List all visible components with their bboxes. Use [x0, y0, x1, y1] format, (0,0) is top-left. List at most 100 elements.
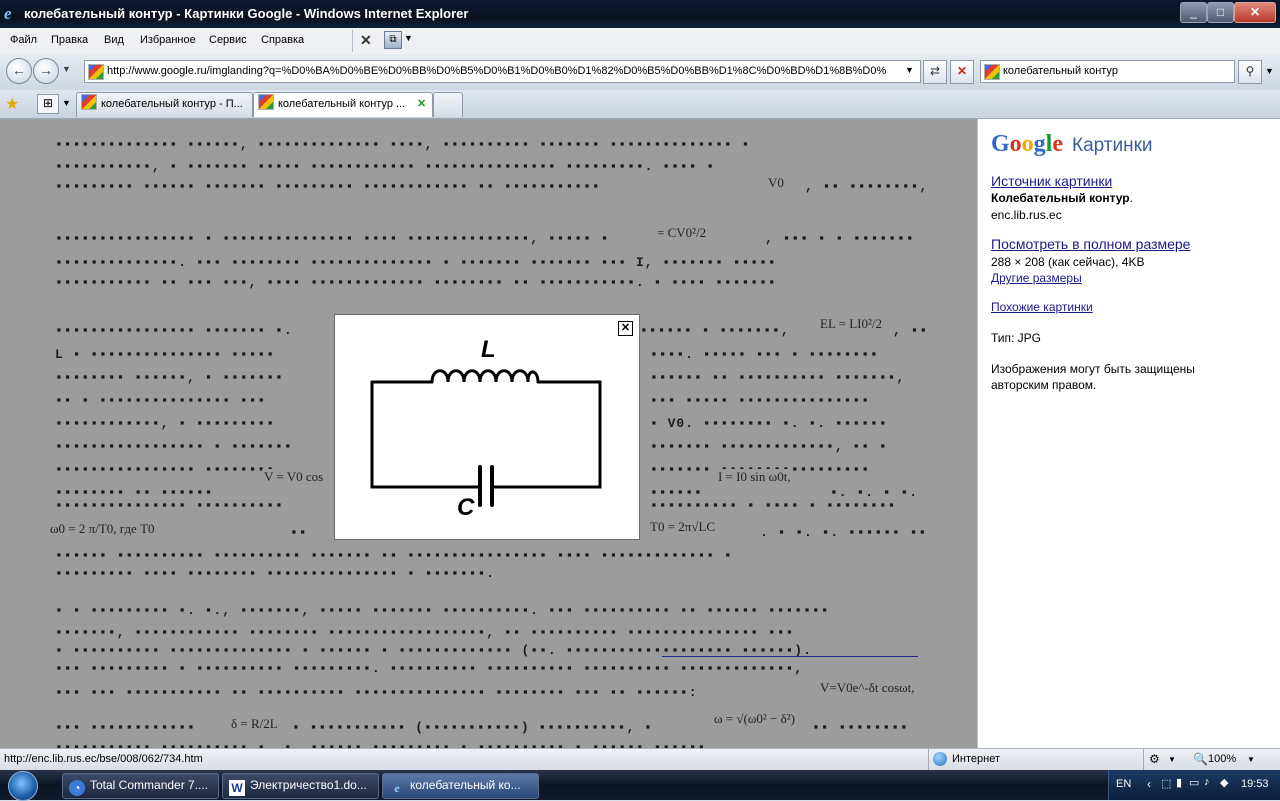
search-options-icon[interactable]: ▼ — [1265, 66, 1274, 76]
menu-view[interactable]: Вид — [104, 34, 124, 46]
document-text-line: ▪▪▪▪▪▪▪▪▪▪▪▪▪▪. ▪▪▪ ▪▪▪▪▪▪▪▪ ▪▪▪▪▪▪▪▪▪▪▪… — [55, 255, 777, 269]
formula-w2pi: ω0 = 2 π/T0, где T0 — [48, 521, 157, 537]
search-input[interactable]: колебательный контур — [1003, 65, 1118, 77]
back-button[interactable]: ← — [6, 58, 32, 84]
security-tray-icon[interactable]: ◆ — [1220, 776, 1228, 789]
taskbar-item-label: колебательный ко... — [410, 778, 521, 792]
tab-favicon-icon — [258, 94, 274, 110]
search-box[interactable]: колебательный контур — [980, 60, 1235, 83]
document-text-line: ▪▪▪▪▪▪▪▪▪▪▪▪▪▪▪ ▪▪▪▪▪▪▪▪▪▪ — [55, 498, 284, 512]
minimize-button[interactable]: _ — [1180, 2, 1207, 23]
view-full-size-link[interactable]: Посмотреть в полном размере — [991, 236, 1190, 252]
network-icon[interactable]: ⬚ — [1161, 777, 1171, 790]
image-source-link[interactable]: Источник картинки — [991, 173, 1112, 189]
tab-list-dropdown-icon[interactable]: ▼ — [62, 98, 71, 108]
zoom-level[interactable]: 100% — [1208, 753, 1236, 765]
word-document-icon: W — [229, 780, 245, 796]
similar-images-link[interactable]: Похожие картинки — [991, 300, 1093, 314]
formula-w0: = CV0²/2 — [655, 225, 709, 241]
tab-favicon-icon — [81, 94, 97, 110]
menu-divider — [352, 30, 353, 52]
clock[interactable]: 19:53 — [1241, 778, 1269, 790]
protected-mode-icon[interactable]: ⚙ — [1149, 752, 1160, 766]
document-text-line: ▪▪▪▪▪▪▪▪▪▪▪ ▪▪▪▪▪▪▪▪▪▪ ▪. ▪. ▪▪▪▪▪▪ ▪▪▪▪… — [55, 740, 707, 748]
language-indicator[interactable]: EN — [1116, 778, 1131, 790]
document-text-line: , ▪▪ — [893, 323, 928, 337]
taskbar-item-word[interactable]: W Электричество1.do... — [222, 773, 379, 799]
status-url: http://enc.lib.rus.ec/bse/008/062/734.ht… — [4, 753, 203, 765]
zoom-dropdown-icon[interactable]: ▼ — [1247, 755, 1255, 764]
source-title-row: Колебательный контур. — [991, 191, 1133, 205]
document-link[interactable] — [662, 656, 918, 657]
document-text-line: ▪▪ ▪▪▪▪▪▪▪▪ — [812, 720, 909, 734]
menu-favorites[interactable]: Избранное — [140, 34, 196, 46]
images-logo-text: Картинки — [1072, 135, 1153, 156]
menu-file[interactable]: Файл — [10, 34, 37, 46]
document-text-line: . ▪ ▪. ▪. ▪▪▪▪▪▪ ▪▪ — [760, 525, 928, 539]
lc-circuit-diagram: L C — [370, 336, 602, 521]
forward-button[interactable]: → — [33, 58, 59, 84]
formula-v0: V0 — [766, 175, 786, 191]
tray-expand-icon[interactable]: ‹ — [1147, 777, 1151, 791]
stop-icon[interactable]: ✕ — [360, 32, 372, 49]
google-images-logo[interactable]: Google Картинки — [991, 131, 1153, 158]
document-text-line: ▪ V0. ▪▪▪▪▪▪▪▪ ▪. ▪. ▪▪▪▪▪▪ — [650, 416, 888, 430]
tab-close-icon[interactable]: ✕ — [417, 93, 426, 116]
menu-bar: Файл Правка Вид Избранное Сервис Справка… — [0, 28, 1280, 55]
taskbar-item-total-commander[interactable]: ◔ Total Commander 7.... — [62, 773, 219, 799]
address-bar[interactable]: http://www.google.ru/imglanding?q=%D0%BA… — [84, 60, 921, 83]
page-content: ▪▪▪▪▪▪▪▪▪▪▪▪▪▪ ▪▪▪▪▪▪, ▪▪▪▪▪▪▪▪▪▪▪▪▪▪ ▪▪… — [0, 119, 977, 748]
document-text-line: , ▪▪ ▪▪▪▪▪▪▪▪, — [805, 179, 928, 193]
other-sizes-link[interactable]: Другие размеры — [991, 271, 1082, 285]
new-tab-button[interactable] — [433, 92, 463, 117]
title-bar: e колебательный контур - Картинки Google… — [0, 0, 1280, 28]
formula-t0: T0 = 2π√LC — [648, 519, 718, 535]
battery-icon[interactable]: ▭ — [1189, 776, 1199, 789]
document-text-line: ▪. ▪. ▪ ▪. ▪. — [830, 485, 928, 499]
signal-icon[interactable]: ▮ — [1176, 776, 1182, 789]
search-provider-icon — [984, 64, 1000, 80]
document-text-line: , ▪▪▪ ▪ ▪ ▪▪▪▪▪▪▪ — [765, 231, 915, 245]
inductor-coil — [430, 369, 540, 384]
address-input[interactable]: http://www.google.ru/imglanding?q=%D0%BA… — [107, 65, 887, 77]
close-button[interactable]: ✕ — [1234, 2, 1276, 23]
document-text-line: ▪▪▪▪▪▪▪▪▪▪▪ ▪▪ ▪▪▪ ▪▪▪, ▪▪▪▪ ▪▪▪▪▪▪▪▪▪▪▪… — [55, 275, 777, 289]
status-divider — [928, 749, 929, 770]
formula-omega: ω = √(ω0² − δ²) — [712, 711, 797, 727]
menu-tools[interactable]: Сервис — [209, 34, 247, 46]
start-button[interactable] — [0, 770, 52, 801]
history-dropdown-icon[interactable]: ▼ — [62, 64, 71, 74]
search-icon[interactable]: ⚲ — [1238, 60, 1262, 84]
google-logo-text: Google — [991, 131, 1063, 157]
tab-first[interactable]: колебательный контур - П... — [76, 92, 253, 117]
formula-decay: V=V0e^-δt cosωt, — [818, 680, 917, 696]
maximize-button[interactable]: □ — [1207, 2, 1234, 23]
favorites-star-icon[interactable]: ★ — [5, 94, 19, 114]
taskbar-item-ie[interactable]: e колебательный ко... — [382, 773, 539, 799]
status-divider — [1143, 749, 1144, 770]
refresh-button[interactable]: ⇄ — [923, 60, 947, 84]
protected-mode-dropdown-icon[interactable]: ▼ — [1168, 755, 1176, 764]
tab-active[interactable]: колебательный контур ... ✕ — [253, 92, 433, 117]
translate-dropdown-icon[interactable]: ▼ — [404, 33, 413, 43]
document-text-line: ▪▪▪ ▪▪▪▪▪▪▪▪▪▪▪▪ — [55, 720, 196, 734]
stop-button[interactable]: ✕ — [950, 60, 974, 84]
translate-icon[interactable]: ⧉ — [384, 31, 402, 49]
menu-edit[interactable]: Правка — [51, 34, 88, 46]
address-dropdown-icon[interactable]: ▼ — [905, 65, 914, 75]
volume-icon[interactable]: ♪ — [1204, 776, 1210, 788]
window-title: колебательный контур - Картинки Google -… — [24, 6, 469, 21]
zoom-icon[interactable]: 🔍 — [1193, 752, 1208, 766]
document-text-line: ▪▪▪▪▪▪▪▪ ▪▪ ▪▪▪▪▪▪ — [55, 485, 214, 499]
document-text-line: ▪▪▪ ▪▪▪ ▪▪▪▪▪▪▪▪▪▪▪ ▪▪ ▪▪▪▪▪▪▪▪▪▪ ▪▪▪▪▪▪… — [55, 685, 698, 699]
menu-help[interactable]: Справка — [261, 34, 304, 46]
wire-right — [491, 380, 602, 489]
windows-start-icon — [8, 771, 38, 801]
quick-tabs-icon[interactable]: ⊞ — [37, 94, 59, 114]
taskbar-item-label: Total Commander 7.... — [90, 778, 209, 792]
ie-icon: e — [4, 4, 12, 23]
source-title: Колебательный контур — [991, 191, 1130, 205]
total-commander-icon: ◔ — [69, 780, 85, 796]
document-text-line: ▪ ▪▪▪▪▪▪▪▪▪▪▪ (▪▪▪▪▪▪▪▪▪▪▪) ▪▪▪▪▪▪▪▪▪▪, … — [292, 720, 653, 734]
document-text-line: ▪▪▪▪▪▪▪ ▪▪▪▪▪▪▪▪▪▪▪▪▪, ▪▪ ▪ — [650, 439, 888, 453]
